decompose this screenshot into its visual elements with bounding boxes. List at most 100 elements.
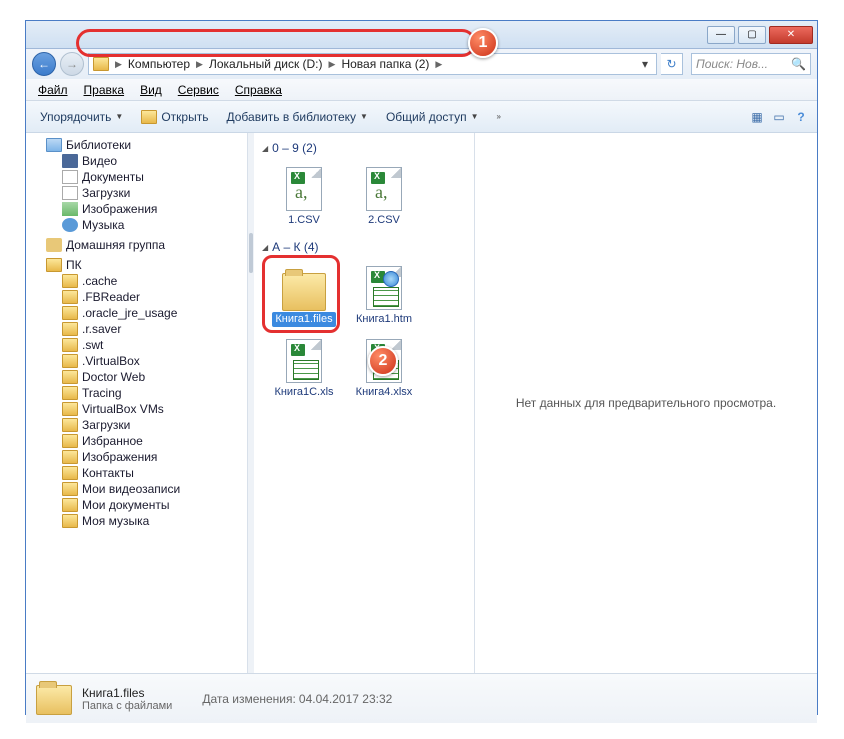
tree-rsaver[interactable]: .r.saver [26, 321, 247, 337]
tree-video[interactable]: Видео [26, 153, 247, 169]
file-label: 1.CSV [285, 213, 323, 228]
csv-icon [286, 167, 322, 211]
details-date-value: 04.04.2017 23:32 [299, 692, 392, 706]
tree-oracle[interactable]: .oracle_jre_usage [26, 305, 247, 321]
chevron-right-icon[interactable]: ▶ [194, 59, 205, 70]
documents-icon [62, 170, 78, 184]
details-type: Папка с файлами [82, 700, 172, 712]
tree-contacts[interactable]: Контакты [26, 465, 247, 481]
open-icon [141, 110, 157, 124]
search-icon[interactable]: 🔍 [791, 57, 806, 71]
file-label: 2.CSV [365, 213, 403, 228]
tree-mymusic[interactable]: Моя музыка [26, 513, 247, 529]
images-icon [62, 202, 78, 216]
downloads-icon [62, 186, 78, 200]
minimize-button[interactable]: — [707, 26, 735, 44]
details-icon [36, 681, 72, 717]
tree-fbreader[interactable]: .FBReader [26, 289, 247, 305]
share-button[interactable]: Общий доступ▼ [378, 106, 487, 128]
more-button[interactable]: » [488, 108, 508, 125]
tree-cache[interactable]: .cache [26, 273, 247, 289]
menu-tools[interactable]: Сервис [170, 81, 227, 99]
view-mode-button[interactable]: ▦ [747, 107, 767, 127]
maximize-button[interactable]: ▢ [738, 26, 766, 44]
annotation-marker-2: 2 [368, 346, 398, 376]
tree-libraries[interactable]: Библиотеки [26, 137, 247, 153]
search-input[interactable]: Поиск: Нов... 🔍 [691, 53, 811, 75]
tree-documents[interactable]: Документы [26, 169, 247, 185]
details-pane: Книга1.files Папка с файлами Дата измене… [26, 673, 817, 723]
file-label: Книга4.xlsx [353, 385, 416, 400]
folder-icon [62, 466, 78, 480]
chevron-right-icon[interactable]: ▶ [327, 59, 338, 70]
tree-downloads[interactable]: Загрузки [26, 185, 247, 201]
group-header-ak[interactable]: ◢А – К (4) [258, 238, 470, 256]
libraries-icon [46, 138, 62, 152]
collapse-icon: ◢ [262, 144, 268, 153]
preview-empty-text: Нет данных для предварительного просмотр… [516, 396, 776, 410]
tree-homegroup[interactable]: Домашняя группа [26, 237, 247, 253]
file-kniga1-files[interactable]: Книга1.files [268, 264, 340, 329]
xls-icon [286, 339, 322, 383]
file-kniga1-htm[interactable]: Книга1.htm [348, 264, 420, 329]
titlebar: — ▢ ✕ [26, 21, 817, 49]
tree-tracing[interactable]: Tracing [26, 385, 247, 401]
folder-icon [62, 354, 78, 368]
folder-icon [62, 434, 78, 448]
tree-myvideos[interactable]: Мои видеозаписи [26, 481, 247, 497]
address-bar[interactable]: ▶ Компьютер ▶ Локальный диск (D:) ▶ Нова… [88, 53, 657, 75]
close-button[interactable]: ✕ [769, 26, 813, 44]
tree-images[interactable]: Изображения [26, 201, 247, 217]
htm-icon [366, 266, 402, 310]
help-button[interactable]: ? [791, 107, 811, 127]
back-button[interactable]: ← [32, 52, 56, 76]
tree-images2[interactable]: Изображения [26, 449, 247, 465]
file-kniga1c-xls[interactable]: Книга1С.xls [268, 337, 340, 402]
homegroup-icon [46, 238, 62, 252]
body: Библиотеки Видео Документы Загрузки Изоб… [26, 133, 817, 673]
tree-downloads2[interactable]: Загрузки [26, 417, 247, 433]
tree-swt[interactable]: .swt [26, 337, 247, 353]
details-date-label: Дата изменения: [202, 692, 296, 706]
tree-favorites[interactable]: Избранное [26, 433, 247, 449]
file-2csv[interactable]: 2.CSV [348, 165, 420, 230]
chevron-right-icon[interactable]: ▶ [433, 59, 444, 70]
menu-file[interactable]: Файл [30, 81, 76, 99]
folder-icon [62, 290, 78, 304]
breadcrumb-folder[interactable]: Новая папка (2) [337, 57, 433, 71]
breadcrumb-computer[interactable]: Компьютер [124, 57, 194, 71]
group-header-09[interactable]: ◢0 – 9 (2) [258, 139, 470, 157]
address-dropdown[interactable]: ▾ [638, 57, 652, 71]
organize-button[interactable]: Упорядочить▼ [32, 106, 131, 128]
breadcrumb-drive[interactable]: Локальный диск (D:) [205, 57, 327, 71]
folder-icon [62, 322, 78, 336]
folder-icon [93, 57, 109, 71]
file-label: Книга1С.xls [271, 385, 336, 400]
folder-icon [62, 498, 78, 512]
menu-help[interactable]: Справка [227, 81, 290, 99]
chevron-right-icon[interactable]: ▶ [113, 59, 124, 70]
open-button[interactable]: Открыть [133, 106, 216, 128]
tree-vbox[interactable]: .VirtualBox [26, 353, 247, 369]
tree-pc[interactable]: ПК [26, 257, 247, 273]
nav-tree[interactable]: Библиотеки Видео Документы Загрузки Изоб… [26, 133, 248, 673]
file-list[interactable]: ◢0 – 9 (2) 1.CSV 2.CSV ◢А – К (4) К [254, 133, 474, 673]
menu-view[interactable]: Вид [132, 81, 170, 99]
folder-icon [282, 273, 326, 311]
preview-pane-button[interactable]: ▭ [769, 107, 789, 127]
user-folder-icon [46, 258, 62, 272]
tree-music[interactable]: Музыка [26, 217, 247, 233]
folder-icon [62, 402, 78, 416]
folder-icon [62, 482, 78, 496]
file-1csv[interactable]: 1.CSV [268, 165, 340, 230]
folder-icon [62, 386, 78, 400]
file-label: Книга1.files [272, 312, 335, 327]
refresh-button[interactable]: ↻ [661, 53, 683, 75]
menu-edit[interactable]: Правка [76, 81, 133, 99]
tree-vboxvm[interactable]: VirtualBox VMs [26, 401, 247, 417]
tree-drweb[interactable]: Doctor Web [26, 369, 247, 385]
add-library-button[interactable]: Добавить в библиотеку▼ [218, 106, 375, 128]
forward-button[interactable]: → [60, 52, 84, 76]
folder-icon [62, 370, 78, 384]
tree-mydocs[interactable]: Мои документы [26, 497, 247, 513]
